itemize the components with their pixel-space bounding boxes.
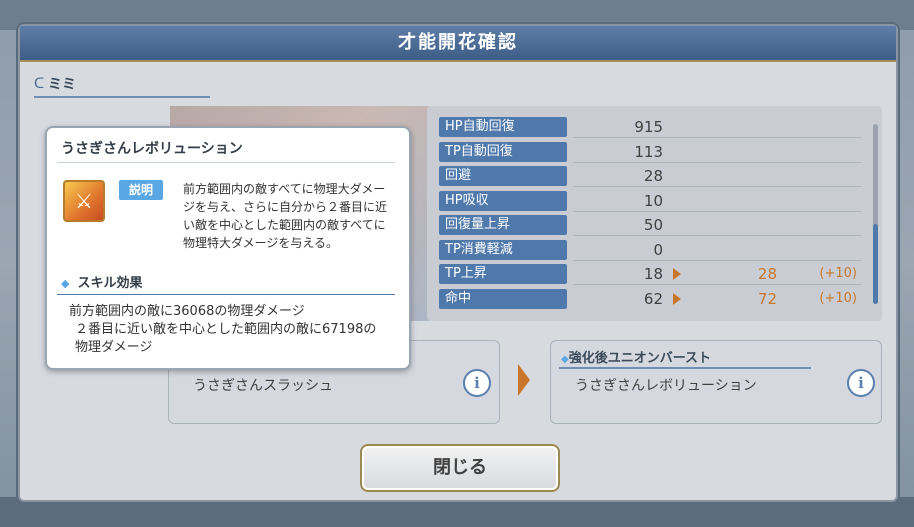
skill-effect-header-label: スキル効果 [77, 276, 143, 291]
arrow-right-icon [673, 293, 681, 305]
character-name: ミミ [48, 77, 76, 93]
back-arrow-icon: ᑕ [34, 76, 45, 92]
info-icon[interactable]: i [463, 369, 491, 397]
stats-scrollbar[interactable] [873, 124, 878, 304]
stat-diff: (+10) [819, 266, 857, 281]
divider [57, 162, 395, 163]
union-burst-before-name: うさぎさんスラッシュ [193, 378, 333, 394]
union-burst-after-header-label: 強化後ユニオンバースト [568, 351, 712, 366]
stat-label: 命中 [439, 289, 567, 309]
sword-icon: ⚔ [75, 189, 93, 213]
description-badge: 説明 [119, 180, 163, 200]
union-burst-after-header: ◆強化後ユニオンバースト [561, 351, 712, 366]
stat-label: 回復量上昇 [439, 215, 567, 235]
stat-value: 113 [634, 143, 663, 161]
stat-value: 50 [643, 216, 663, 234]
stat-label: HP吸収 [439, 191, 567, 211]
stat-label: 回避 [439, 166, 567, 186]
divider [573, 186, 861, 187]
stat-label: TP上昇 [439, 264, 567, 284]
skill-description: 前方範囲内の敵すべてに物理大ダメージを与え、さらに自分から２番目に近い敵を中心と… [183, 182, 388, 250]
divider [559, 367, 811, 369]
skill-effect-header: ◆ スキル効果 [61, 272, 142, 291]
skill-icon: ⚔ [63, 180, 105, 222]
arrow-right-icon [673, 268, 681, 280]
close-button[interactable]: 閉じる [360, 444, 560, 492]
stat-value: 18 [643, 265, 663, 283]
stat-new-value: 72 [757, 290, 777, 308]
divider [573, 260, 861, 261]
union-burst-after: ◆強化後ユニオンバースト うさぎさんレボリューション i [550, 340, 882, 424]
diamond-icon: ◆ [61, 277, 70, 290]
stat-label: TP自動回復 [439, 142, 567, 162]
character-name-row: ᑕ ミミ [34, 74, 210, 98]
close-button-label: 閉じる [433, 457, 487, 478]
stat-label: TP消費軽減 [439, 240, 567, 260]
stat-value: 28 [643, 167, 663, 185]
stat-diff: (+10) [819, 291, 857, 306]
stat-row: HP自動回復 915 [433, 116, 861, 138]
union-burst-after-name: うさぎさんレボリューション [575, 378, 757, 394]
stat-value: 62 [643, 290, 663, 308]
arrow-right-icon [518, 364, 530, 396]
stat-row: HP吸収 10 [433, 190, 861, 212]
stat-row: TP上昇 18 28 (+10) [433, 263, 861, 285]
stat-row: TP自動回復 113 [433, 141, 861, 163]
stat-row: 回復量上昇 50 [433, 214, 861, 236]
stat-value: 0 [653, 241, 663, 259]
stat-label: HP自動回復 [439, 117, 567, 137]
divider [573, 162, 861, 163]
skill-effect-text: 前方範囲内の敵に36068の物理ダメージ ２番目に近い敵を中心とした範囲内の敵に… [69, 303, 389, 357]
skill-name: うさぎさんレボリューション [61, 141, 243, 157]
divider [573, 137, 861, 138]
dialog-title: 才能開花確認 [398, 32, 518, 53]
stat-row: 回避 28 [433, 165, 861, 187]
stat-value: 915 [634, 118, 663, 136]
stats-panel: HP自動回復 915 TP自動回復 113 回避 28 HP吸収 10 回復量上… [427, 106, 882, 321]
stat-new-value: 28 [757, 265, 777, 283]
divider [573, 235, 861, 236]
divider [57, 294, 395, 295]
skill-tooltip-popup: うさぎさんレボリューション ⚔ 説明 前方範囲内の敵すべてに物理大ダメージを与え… [45, 126, 411, 370]
stat-row: 命中 62 72 (+10) [433, 288, 857, 310]
divider [573, 284, 861, 285]
info-icon[interactable]: i [847, 369, 875, 397]
skill-effect-line-1: 前方範囲内の敵に36068の物理ダメージ [69, 304, 305, 319]
stat-value: 10 [643, 192, 663, 210]
divider [573, 211, 861, 212]
skill-effect-line-2: ２番目に近い敵を中心とした範囲内の敵に67198の物理ダメージ [75, 322, 377, 355]
scroll-thumb[interactable] [873, 224, 878, 304]
stat-row: TP消費軽減 0 [433, 239, 861, 261]
